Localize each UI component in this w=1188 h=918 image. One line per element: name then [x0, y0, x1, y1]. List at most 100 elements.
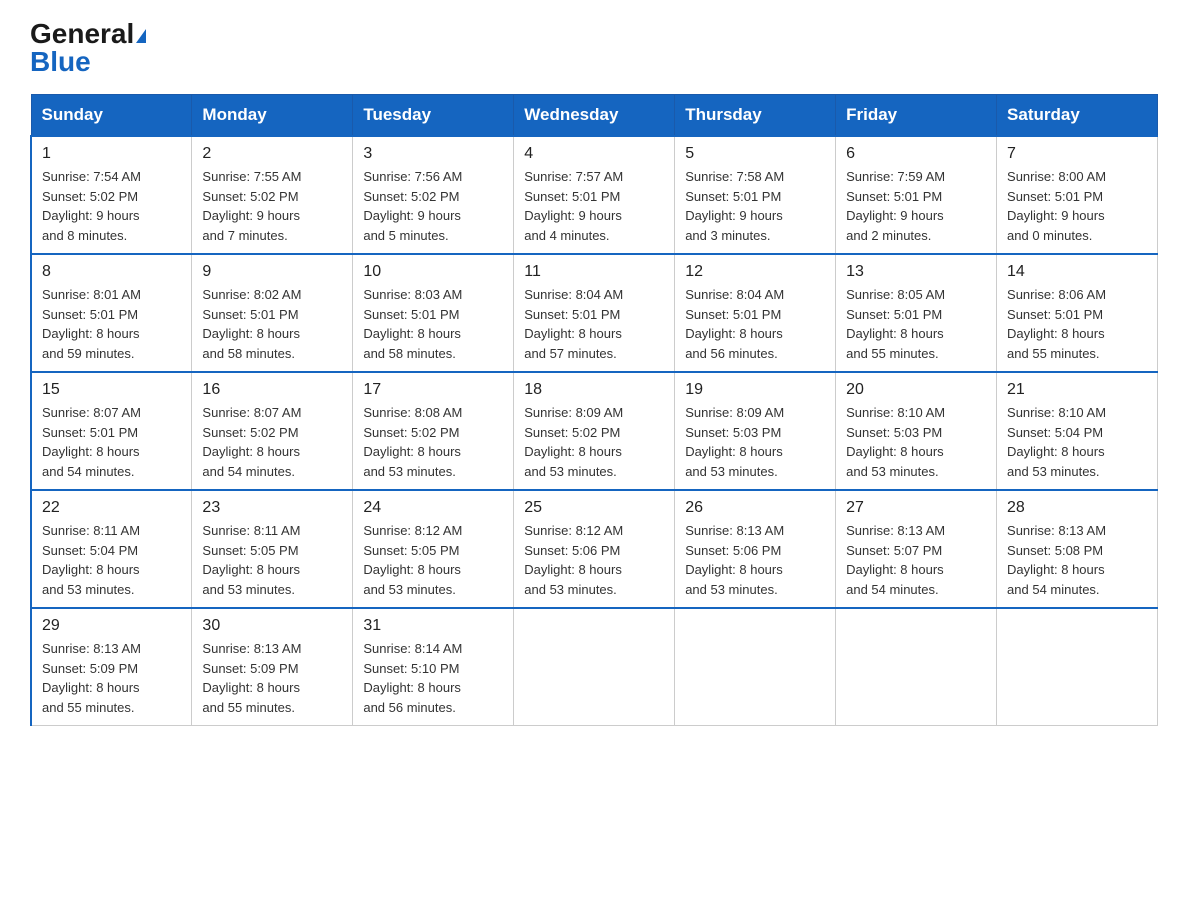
calendar-cell: 28 Sunrise: 8:13 AMSunset: 5:08 PMDaylig… [997, 490, 1158, 608]
calendar-cell: 30 Sunrise: 8:13 AMSunset: 5:09 PMDaylig… [192, 608, 353, 726]
day-number: 2 [202, 145, 342, 163]
day-number: 1 [42, 145, 181, 163]
day-number: 9 [202, 263, 342, 281]
day-number: 29 [42, 617, 181, 635]
day-number: 8 [42, 263, 181, 281]
day-info: Sunrise: 8:04 AMSunset: 5:01 PMDaylight:… [685, 285, 825, 363]
day-info: Sunrise: 8:11 AMSunset: 5:05 PMDaylight:… [202, 521, 342, 599]
calendar-cell: 3 Sunrise: 7:56 AMSunset: 5:02 PMDayligh… [353, 136, 514, 254]
col-header-thursday: Thursday [675, 95, 836, 137]
day-number: 12 [685, 263, 825, 281]
calendar-cell: 7 Sunrise: 8:00 AMSunset: 5:01 PMDayligh… [997, 136, 1158, 254]
day-info: Sunrise: 8:09 AMSunset: 5:02 PMDaylight:… [524, 403, 664, 481]
calendar-cell [675, 608, 836, 726]
calendar-cell [514, 608, 675, 726]
calendar-cell: 29 Sunrise: 8:13 AMSunset: 5:09 PMDaylig… [31, 608, 192, 726]
calendar-cell: 23 Sunrise: 8:11 AMSunset: 5:05 PMDaylig… [192, 490, 353, 608]
day-number: 24 [363, 499, 503, 517]
calendar-cell: 11 Sunrise: 8:04 AMSunset: 5:01 PMDaylig… [514, 254, 675, 372]
calendar-cell: 10 Sunrise: 8:03 AMSunset: 5:01 PMDaylig… [353, 254, 514, 372]
day-number: 11 [524, 263, 664, 281]
logo: General Blue [30, 20, 146, 76]
day-info: Sunrise: 8:02 AMSunset: 5:01 PMDaylight:… [202, 285, 342, 363]
day-number: 20 [846, 381, 986, 399]
calendar-table: SundayMondayTuesdayWednesdayThursdayFrid… [30, 94, 1158, 726]
day-info: Sunrise: 8:07 AMSunset: 5:02 PMDaylight:… [202, 403, 342, 481]
col-header-tuesday: Tuesday [353, 95, 514, 137]
calendar-cell: 15 Sunrise: 8:07 AMSunset: 5:01 PMDaylig… [31, 372, 192, 490]
calendar-cell: 13 Sunrise: 8:05 AMSunset: 5:01 PMDaylig… [836, 254, 997, 372]
calendar-cell: 9 Sunrise: 8:02 AMSunset: 5:01 PMDayligh… [192, 254, 353, 372]
day-number: 22 [42, 499, 181, 517]
day-info: Sunrise: 8:12 AMSunset: 5:06 PMDaylight:… [524, 521, 664, 599]
calendar-cell: 6 Sunrise: 7:59 AMSunset: 5:01 PMDayligh… [836, 136, 997, 254]
calendar-cell: 24 Sunrise: 8:12 AMSunset: 5:05 PMDaylig… [353, 490, 514, 608]
calendar-cell: 2 Sunrise: 7:55 AMSunset: 5:02 PMDayligh… [192, 136, 353, 254]
day-info: Sunrise: 8:00 AMSunset: 5:01 PMDaylight:… [1007, 167, 1147, 245]
day-number: 6 [846, 145, 986, 163]
calendar-cell: 4 Sunrise: 7:57 AMSunset: 5:01 PMDayligh… [514, 136, 675, 254]
day-info: Sunrise: 8:08 AMSunset: 5:02 PMDaylight:… [363, 403, 503, 481]
day-info: Sunrise: 8:13 AMSunset: 5:07 PMDaylight:… [846, 521, 986, 599]
day-info: Sunrise: 8:13 AMSunset: 5:06 PMDaylight:… [685, 521, 825, 599]
day-number: 19 [685, 381, 825, 399]
day-info: Sunrise: 7:59 AMSunset: 5:01 PMDaylight:… [846, 167, 986, 245]
day-info: Sunrise: 8:10 AMSunset: 5:03 PMDaylight:… [846, 403, 986, 481]
day-info: Sunrise: 8:13 AMSunset: 5:08 PMDaylight:… [1007, 521, 1147, 599]
calendar-cell: 8 Sunrise: 8:01 AMSunset: 5:01 PMDayligh… [31, 254, 192, 372]
calendar-cell: 1 Sunrise: 7:54 AMSunset: 5:02 PMDayligh… [31, 136, 192, 254]
day-info: Sunrise: 7:57 AMSunset: 5:01 PMDaylight:… [524, 167, 664, 245]
calendar-week-row: 29 Sunrise: 8:13 AMSunset: 5:09 PMDaylig… [31, 608, 1158, 726]
day-info: Sunrise: 7:56 AMSunset: 5:02 PMDaylight:… [363, 167, 503, 245]
logo-general: General [30, 18, 134, 49]
day-number: 21 [1007, 381, 1147, 399]
col-header-sunday: Sunday [31, 95, 192, 137]
calendar-cell: 5 Sunrise: 7:58 AMSunset: 5:01 PMDayligh… [675, 136, 836, 254]
day-number: 31 [363, 617, 503, 635]
calendar-cell: 21 Sunrise: 8:10 AMSunset: 5:04 PMDaylig… [997, 372, 1158, 490]
page-header: General Blue [30, 20, 1158, 76]
day-number: 3 [363, 145, 503, 163]
day-number: 26 [685, 499, 825, 517]
calendar-cell: 22 Sunrise: 8:11 AMSunset: 5:04 PMDaylig… [31, 490, 192, 608]
day-number: 7 [1007, 145, 1147, 163]
calendar-cell: 18 Sunrise: 8:09 AMSunset: 5:02 PMDaylig… [514, 372, 675, 490]
calendar-cell: 27 Sunrise: 8:13 AMSunset: 5:07 PMDaylig… [836, 490, 997, 608]
calendar-cell: 17 Sunrise: 8:08 AMSunset: 5:02 PMDaylig… [353, 372, 514, 490]
day-number: 5 [685, 145, 825, 163]
calendar-cell: 14 Sunrise: 8:06 AMSunset: 5:01 PMDaylig… [997, 254, 1158, 372]
day-info: Sunrise: 8:11 AMSunset: 5:04 PMDaylight:… [42, 521, 181, 599]
day-number: 10 [363, 263, 503, 281]
calendar-header-row: SundayMondayTuesdayWednesdayThursdayFrid… [31, 95, 1158, 137]
day-info: Sunrise: 8:04 AMSunset: 5:01 PMDaylight:… [524, 285, 664, 363]
day-info: Sunrise: 8:12 AMSunset: 5:05 PMDaylight:… [363, 521, 503, 599]
calendar-cell [997, 608, 1158, 726]
day-info: Sunrise: 8:05 AMSunset: 5:01 PMDaylight:… [846, 285, 986, 363]
day-info: Sunrise: 8:07 AMSunset: 5:01 PMDaylight:… [42, 403, 181, 481]
day-number: 18 [524, 381, 664, 399]
calendar-week-row: 15 Sunrise: 8:07 AMSunset: 5:01 PMDaylig… [31, 372, 1158, 490]
day-info: Sunrise: 8:06 AMSunset: 5:01 PMDaylight:… [1007, 285, 1147, 363]
calendar-cell: 12 Sunrise: 8:04 AMSunset: 5:01 PMDaylig… [675, 254, 836, 372]
logo-blue: Blue [30, 46, 91, 77]
col-header-friday: Friday [836, 95, 997, 137]
day-number: 13 [846, 263, 986, 281]
day-number: 14 [1007, 263, 1147, 281]
calendar-week-row: 22 Sunrise: 8:11 AMSunset: 5:04 PMDaylig… [31, 490, 1158, 608]
calendar-week-row: 8 Sunrise: 8:01 AMSunset: 5:01 PMDayligh… [31, 254, 1158, 372]
calendar-cell: 20 Sunrise: 8:10 AMSunset: 5:03 PMDaylig… [836, 372, 997, 490]
day-info: Sunrise: 8:10 AMSunset: 5:04 PMDaylight:… [1007, 403, 1147, 481]
day-info: Sunrise: 7:54 AMSunset: 5:02 PMDaylight:… [42, 167, 181, 245]
col-header-saturday: Saturday [997, 95, 1158, 137]
day-info: Sunrise: 8:14 AMSunset: 5:10 PMDaylight:… [363, 639, 503, 717]
day-number: 25 [524, 499, 664, 517]
day-info: Sunrise: 8:13 AMSunset: 5:09 PMDaylight:… [202, 639, 342, 717]
calendar-cell: 19 Sunrise: 8:09 AMSunset: 5:03 PMDaylig… [675, 372, 836, 490]
day-number: 15 [42, 381, 181, 399]
day-info: Sunrise: 8:03 AMSunset: 5:01 PMDaylight:… [363, 285, 503, 363]
day-number: 17 [363, 381, 503, 399]
calendar-cell: 25 Sunrise: 8:12 AMSunset: 5:06 PMDaylig… [514, 490, 675, 608]
col-header-monday: Monday [192, 95, 353, 137]
day-number: 28 [1007, 499, 1147, 517]
calendar-cell: 16 Sunrise: 8:07 AMSunset: 5:02 PMDaylig… [192, 372, 353, 490]
